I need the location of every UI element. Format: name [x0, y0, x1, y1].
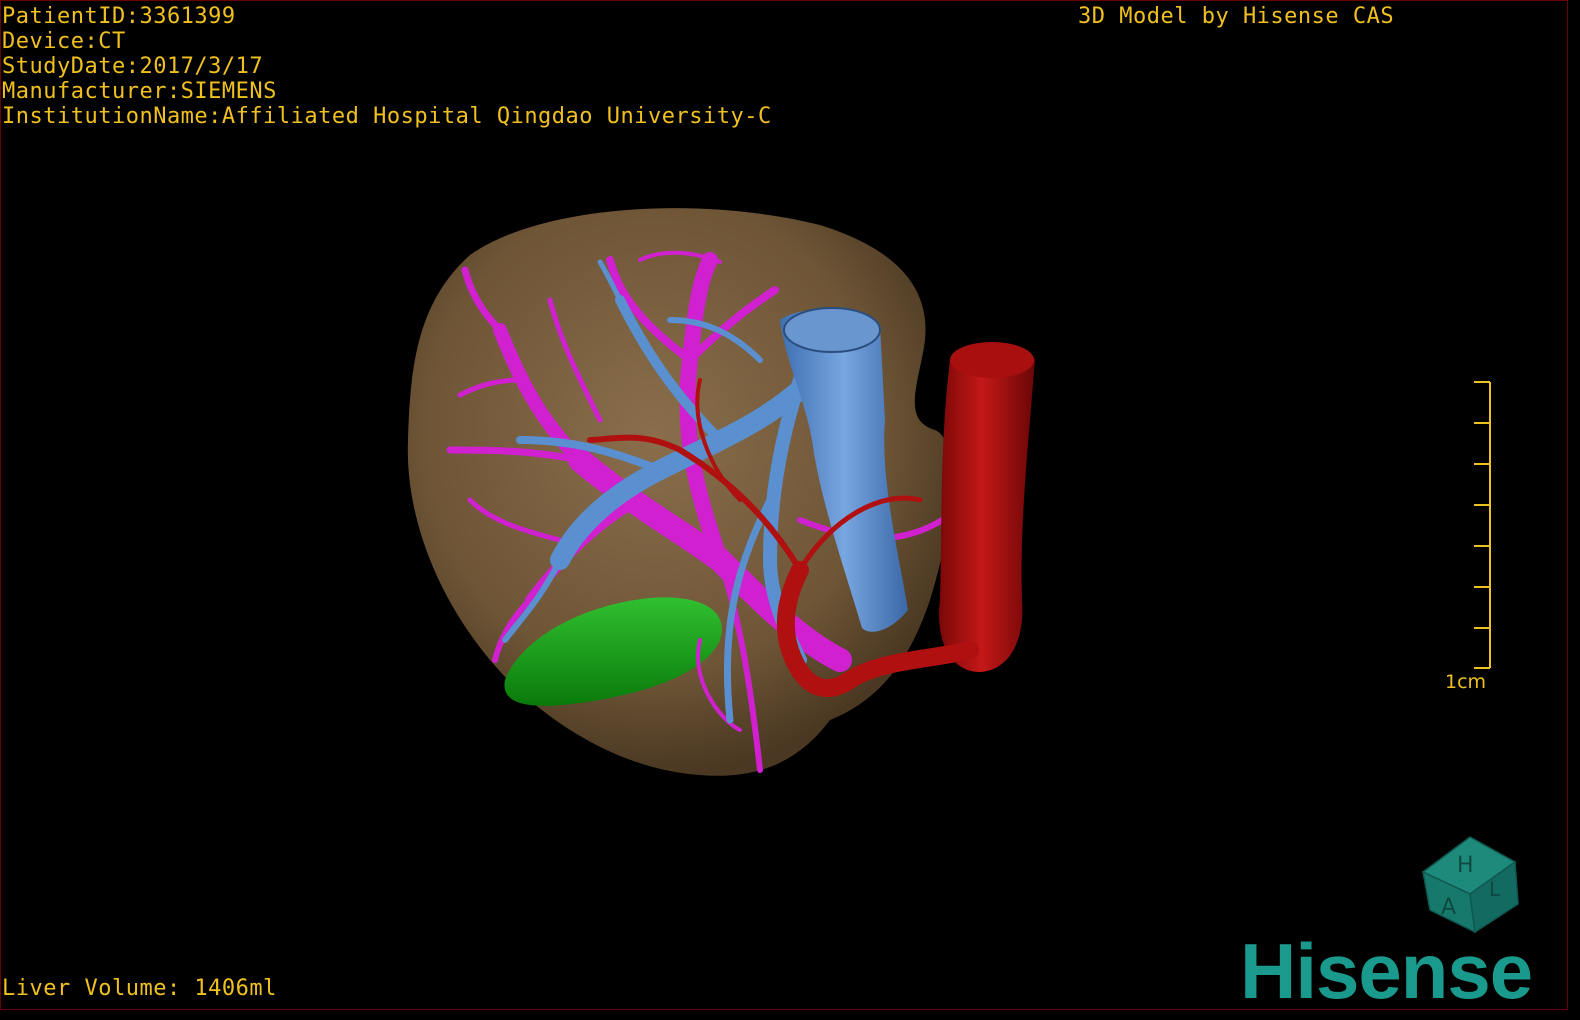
liver-volume-text: Liver Volume: 1406ml [2, 976, 277, 1001]
scale-ruler-label: 1cm [1445, 671, 1487, 693]
hisense-logo: Hisense [1240, 927, 1533, 1015]
orientation-cube-icon[interactable]: H A L [1415, 832, 1525, 937]
3d-viewport[interactable] [0, 0, 1580, 1020]
scale-ruler [1474, 381, 1491, 669]
cube-front-label: A [1441, 895, 1456, 920]
cube-side-label: L [1489, 877, 1501, 901]
cube-top-label: H [1457, 853, 1474, 878]
dicom-info-overlay: PatientID:3361399 Device:CT StudyDate:2017… [2, 4, 772, 129]
device-text: Device:CT [2, 29, 126, 54]
model-title: 3D Model by Hisense CAS [1078, 4, 1395, 29]
patient-id-text: PatientID:3361399 [2, 4, 236, 29]
manufacturer-text: Manufacturer:SIEMENS [2, 79, 277, 104]
institution-text: InstitutionName:Affiliated Hospital Qing… [2, 104, 772, 129]
ivc-cap [783, 307, 881, 353]
study-date-text: StudyDate:2017/3/17 [2, 54, 264, 79]
aorta-cap [950, 342, 1034, 378]
aorta-model [939, 345, 1035, 672]
